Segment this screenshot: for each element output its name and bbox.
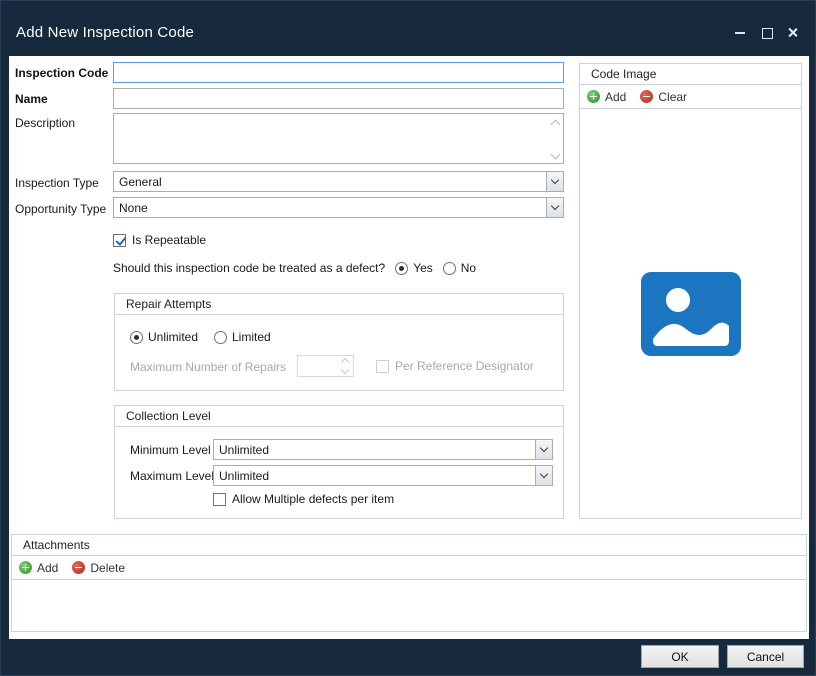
maximum-level-value: Unlimited [214,466,535,485]
collection-level-group: Collection Level Minimum Level Unlimited… [114,405,564,519]
description-textarea[interactable] [113,113,564,164]
maximum-level-dropdown-button[interactable] [535,466,552,485]
defect-no-label: No [461,261,476,275]
name-input[interactable] [113,88,564,109]
radio-unselected-icon [214,331,227,344]
minimum-level-dropdown-button[interactable] [535,440,552,459]
window-controls [734,26,799,39]
titlebar: Add New Inspection Code [1,1,815,56]
clear-minus-icon [640,90,653,103]
inspection-type-dropdown-button[interactable] [546,172,563,191]
close-icon[interactable] [786,26,799,39]
minimum-level-value: Unlimited [214,440,535,459]
attachments-add-label: Add [37,561,58,575]
repair-attempts-group: Repair Attempts Unlimited Limited Maximu… [114,293,564,391]
spinner-down-icon [341,365,349,373]
chevron-down-icon [540,444,548,452]
image-placeholder-icon [640,271,742,357]
spinner-up-icon [341,357,349,365]
inspection-type-value: General [114,172,546,191]
maximum-level-label: Maximum Level [130,469,214,483]
code-image-preview-area [580,108,801,518]
ok-button[interactable]: OK [641,645,719,668]
minimum-level-label: Minimum Level [130,443,211,457]
repair-unlimited-radio[interactable]: Unlimited [130,330,198,344]
defect-question-text: Should this inspection code be treated a… [113,261,385,275]
allow-multiple-checkbox[interactable]: Allow Multiple defects per item [213,492,394,506]
per-reference-label: Per Reference Designator [395,359,534,373]
attachments-group: Attachments Add Delete [11,534,807,632]
chevron-down-icon [551,176,559,184]
maximize-icon[interactable] [760,26,773,39]
radio-unselected-icon [443,262,456,275]
inspection-type-label: Inspection Type [15,176,99,190]
checkbox-unchecked-icon [376,360,389,373]
per-reference-checkbox: Per Reference Designator [376,359,534,373]
code-image-clear-button[interactable]: Clear [640,90,687,104]
code-image-clear-label: Clear [658,90,687,104]
inspection-code-input[interactable] [113,62,564,83]
max-repairs-spinner [297,355,354,377]
opportunity-type-value: None [114,198,546,217]
chevron-down-icon [551,202,559,210]
checkbox-checked-icon [113,234,126,247]
inspection-type-combobox[interactable]: General [113,171,564,192]
attachments-add-button[interactable]: Add [19,561,58,575]
is-repeatable-label: Is Repeatable [132,233,206,247]
is-repeatable-checkbox[interactable]: Is Repeatable [113,233,206,247]
description-label: Description [15,116,75,130]
delete-minus-icon [72,561,85,574]
code-image-add-button[interactable]: Add [587,90,626,104]
attachments-title: Attachments [12,535,806,556]
name-label: Name [15,92,48,106]
code-image-toolbar: Add Clear [580,85,801,108]
repair-unlimited-label: Unlimited [148,330,198,344]
repair-attempts-title: Repair Attempts [115,294,563,315]
add-inspection-code-dialog: Add New Inspection Code Inspection Code … [0,0,816,676]
cancel-button[interactable]: Cancel [727,645,804,668]
spinner-buttons [337,357,353,376]
opportunity-type-dropdown-button[interactable] [546,198,563,217]
dialog-body: Inspection Code Name Description Inspect… [9,56,809,639]
code-image-group: Code Image Add Clear [579,63,802,519]
opportunity-type-label: Opportunity Type [15,202,106,216]
minimize-icon[interactable] [734,26,747,39]
add-plus-icon [587,90,600,103]
repair-limited-label: Limited [232,330,271,344]
allow-multiple-label: Allow Multiple defects per item [232,492,394,506]
opportunity-type-combobox[interactable]: None [113,197,564,218]
attachments-list[interactable] [12,579,806,631]
radio-selected-icon [395,262,408,275]
window-title: Add New Inspection Code [16,24,194,41]
inspection-code-label: Inspection Code [15,66,108,80]
defect-yes-radio[interactable]: Yes [395,261,433,275]
checkbox-unchecked-icon [213,493,226,506]
attachments-delete-label: Delete [90,561,125,575]
defect-yes-label: Yes [413,261,433,275]
max-repairs-label: Maximum Number of Repairs [130,360,286,374]
repair-limited-radio[interactable]: Limited [214,330,271,344]
code-image-title: Code Image [580,64,801,85]
attachments-toolbar: Add Delete [12,556,806,579]
code-image-add-label: Add [605,90,626,104]
attachments-delete-button[interactable]: Delete [72,561,125,575]
maximum-level-combobox[interactable]: Unlimited [213,465,553,486]
add-plus-icon [19,561,32,574]
radio-selected-icon [130,331,143,344]
defect-question-row: Should this inspection code be treated a… [113,261,476,275]
defect-no-radio[interactable]: No [443,261,476,275]
collection-level-title: Collection Level [115,406,563,427]
chevron-down-icon [540,470,548,478]
minimum-level-combobox[interactable]: Unlimited [213,439,553,460]
